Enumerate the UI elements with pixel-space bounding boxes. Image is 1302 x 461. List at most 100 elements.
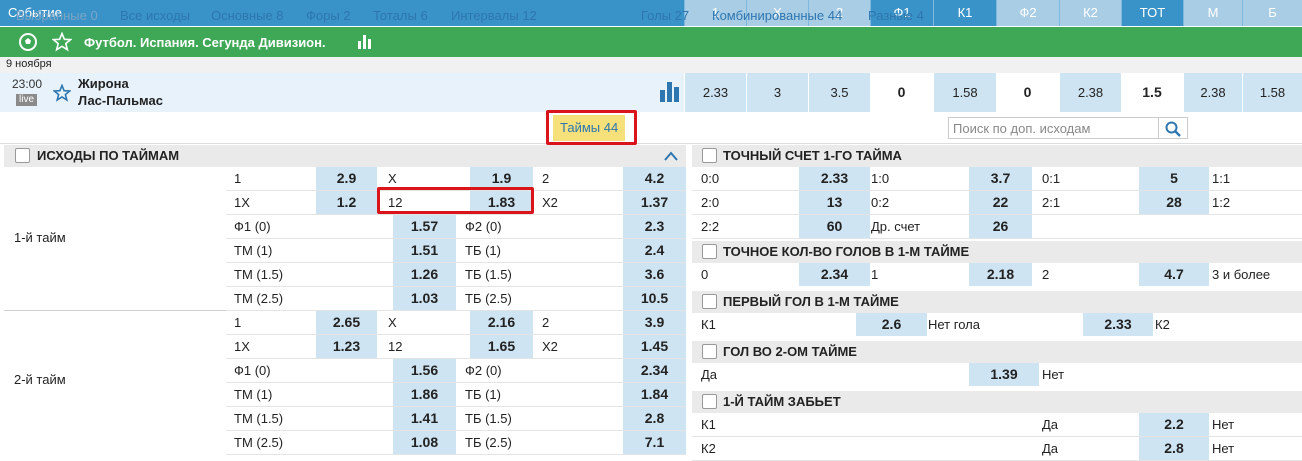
tab-intervals[interactable]: Интервалы 12 xyxy=(451,8,537,23)
odds-b[interactable]: 1.58 xyxy=(1242,73,1302,112)
star-icon[interactable] xyxy=(52,32,72,52)
odds-m[interactable]: 2.38 xyxy=(1183,73,1242,112)
odds-cell[interactable]: 2.9 xyxy=(316,167,377,190)
outcome-label: 0:1 xyxy=(1042,171,1061,186)
tab-handicaps[interactable]: Форы 2 xyxy=(306,8,351,23)
odds-cell[interactable]: 3.9 xyxy=(623,311,686,334)
odds-cell[interactable]: 1.56 xyxy=(393,359,456,382)
odds-cell[interactable]: 13 xyxy=(799,191,870,214)
outcome-label: К1 xyxy=(701,317,716,332)
odds-cell[interactable]: 1.39 xyxy=(969,363,1039,386)
odds-cell[interactable]: 1.2 xyxy=(316,191,377,214)
outcome-label: Ф2 (0) xyxy=(465,219,502,234)
team-1[interactable]: Жирона xyxy=(78,76,129,91)
odds-cell[interactable]: 1.65 xyxy=(470,335,533,358)
star-icon[interactable] xyxy=(53,84,71,102)
odds-cell[interactable]: 1.37 xyxy=(623,191,686,214)
outcome-label: Да xyxy=(1042,441,1059,456)
odds-cell[interactable]: 2.34 xyxy=(799,263,870,286)
odds-cell[interactable]: 2.2 xyxy=(1139,413,1209,436)
outcome-label: ТБ (1) xyxy=(465,387,501,402)
tab-selected[interactable]: Выбранные 0 xyxy=(16,8,98,23)
section-checkbox[interactable] xyxy=(702,394,717,409)
odds-1[interactable]: 2.33 xyxy=(684,73,746,112)
outcome-label: X2 xyxy=(542,195,558,210)
odds-cell[interactable]: 3.6 xyxy=(623,263,686,286)
odds-cell[interactable]: 2.33 xyxy=(799,167,870,190)
section-title: ИСХОДЫ ПО ТАЙМАМ xyxy=(37,148,180,163)
odds-cell[interactable]: 2.34 xyxy=(623,359,686,382)
outcome-label: ТБ (1.5) xyxy=(465,267,512,282)
odds-k1[interactable]: 1.58 xyxy=(933,73,996,112)
odds-cell[interactable]: 1.84 xyxy=(623,383,686,406)
outcome-label: X xyxy=(388,315,397,330)
tab-totals[interactable]: Тоталы 6 xyxy=(373,8,428,23)
section-header: ПЕРВЫЙ ГОЛ В 1-М ТАЙМЕ xyxy=(692,291,1302,313)
odds-cell[interactable]: 1.86 xyxy=(393,383,456,406)
odds-cell[interactable]: 2.6 xyxy=(856,313,927,336)
odds-cell[interactable]: 2.8 xyxy=(623,407,686,430)
section-header-halves: ИСХОДЫ ПО ТАЙМАМ xyxy=(4,145,686,167)
odds-cell[interactable]: 2.3 xyxy=(623,215,686,238)
section-checkbox[interactable] xyxy=(702,294,717,309)
odds-cell[interactable]: 1.41 xyxy=(393,407,456,430)
odds-cell[interactable]: 1.23 xyxy=(316,335,377,358)
odds-cell[interactable]: 60 xyxy=(799,215,870,238)
chevron-up-icon[interactable] xyxy=(664,151,678,161)
outcome-label: Нет xyxy=(1212,441,1235,456)
col-b: Б xyxy=(1242,0,1302,26)
odds-cell[interactable]: 1.51 xyxy=(393,239,456,262)
odds-cell[interactable]: 2.16 xyxy=(470,311,533,334)
outcome-label: Ф1 (0) xyxy=(234,219,271,234)
odds-f1: 0 xyxy=(870,73,933,112)
stats-icon[interactable] xyxy=(358,35,374,49)
odds-cell[interactable]: 2.8 xyxy=(1139,437,1209,460)
tab-all[interactable]: Все исходы xyxy=(120,8,190,23)
outcome-label: К2 xyxy=(701,441,716,456)
search-input[interactable]: Поиск по доп. исходам xyxy=(948,117,1158,139)
tab-misc[interactable]: Разные 4 xyxy=(868,8,924,23)
row-divider xyxy=(226,262,686,263)
odds-cell[interactable]: 7.1 xyxy=(623,431,686,454)
outcome-label: ТМ (2.5) xyxy=(234,435,284,450)
tab-main[interactable]: Основные 8 xyxy=(211,8,284,23)
odds-cell[interactable]: 2.65 xyxy=(316,311,377,334)
odds-cell[interactable]: 1.45 xyxy=(623,335,686,358)
odds-cell[interactable]: 22 xyxy=(969,191,1032,214)
outcome-label: 12 xyxy=(388,339,403,354)
odds-x[interactable]: 3 xyxy=(746,73,808,112)
league-name[interactable]: Футбол. Испания. Сегунда Дивизион. xyxy=(84,35,326,50)
odds-cell[interactable]: 1.26 xyxy=(393,263,456,286)
section-title: ТОЧНЫЙ СЧЕТ 1-ГО ТАЙМА xyxy=(723,148,902,163)
odds-cell[interactable]: 2.33 xyxy=(1083,313,1153,336)
odds-cell[interactable]: 28 xyxy=(1139,191,1209,214)
odds-2[interactable]: 3.5 xyxy=(808,73,870,112)
odds-cell[interactable]: 4.7 xyxy=(1139,263,1209,286)
odds-cell[interactable]: 5 xyxy=(1139,167,1209,190)
row-divider xyxy=(226,334,686,335)
section-checkbox[interactable] xyxy=(15,148,30,163)
section-header: ТОЧНОЕ КОЛ-ВО ГОЛОВ В 1-М ТАЙМЕ xyxy=(692,241,1302,263)
tab-goals[interactable]: Голы 27 xyxy=(641,8,689,23)
outcome-label: Нет гола xyxy=(928,317,980,332)
odds-k2[interactable]: 2.38 xyxy=(1059,73,1121,112)
stats-icon[interactable] xyxy=(660,82,680,102)
odds-cell[interactable]: 10.5 xyxy=(623,287,686,310)
section-checkbox[interactable] xyxy=(702,344,717,359)
odds-cell[interactable]: 2.18 xyxy=(969,263,1032,286)
odds-cell[interactable]: 26 xyxy=(969,215,1032,238)
outcome-label: Ф2 (0) xyxy=(465,363,502,378)
odds-cell[interactable]: 1.03 xyxy=(393,287,456,310)
odds-cell[interactable]: 1.57 xyxy=(393,215,456,238)
section-checkbox[interactable] xyxy=(702,244,717,259)
section-checkbox[interactable] xyxy=(702,148,717,163)
odds-cell[interactable]: 1.08 xyxy=(393,431,456,454)
outcome-label: ТМ (2.5) xyxy=(234,291,284,306)
search-icon xyxy=(1165,121,1181,137)
team-2[interactable]: Лас-Пальмас xyxy=(78,93,163,108)
odds-cell[interactable]: 2.4 xyxy=(623,239,686,262)
tab-combined[interactable]: Комбинированные 44 xyxy=(712,8,842,23)
search-button[interactable] xyxy=(1158,117,1188,139)
odds-cell[interactable]: 4.2 xyxy=(623,167,686,190)
odds-cell[interactable]: 3.7 xyxy=(969,167,1032,190)
